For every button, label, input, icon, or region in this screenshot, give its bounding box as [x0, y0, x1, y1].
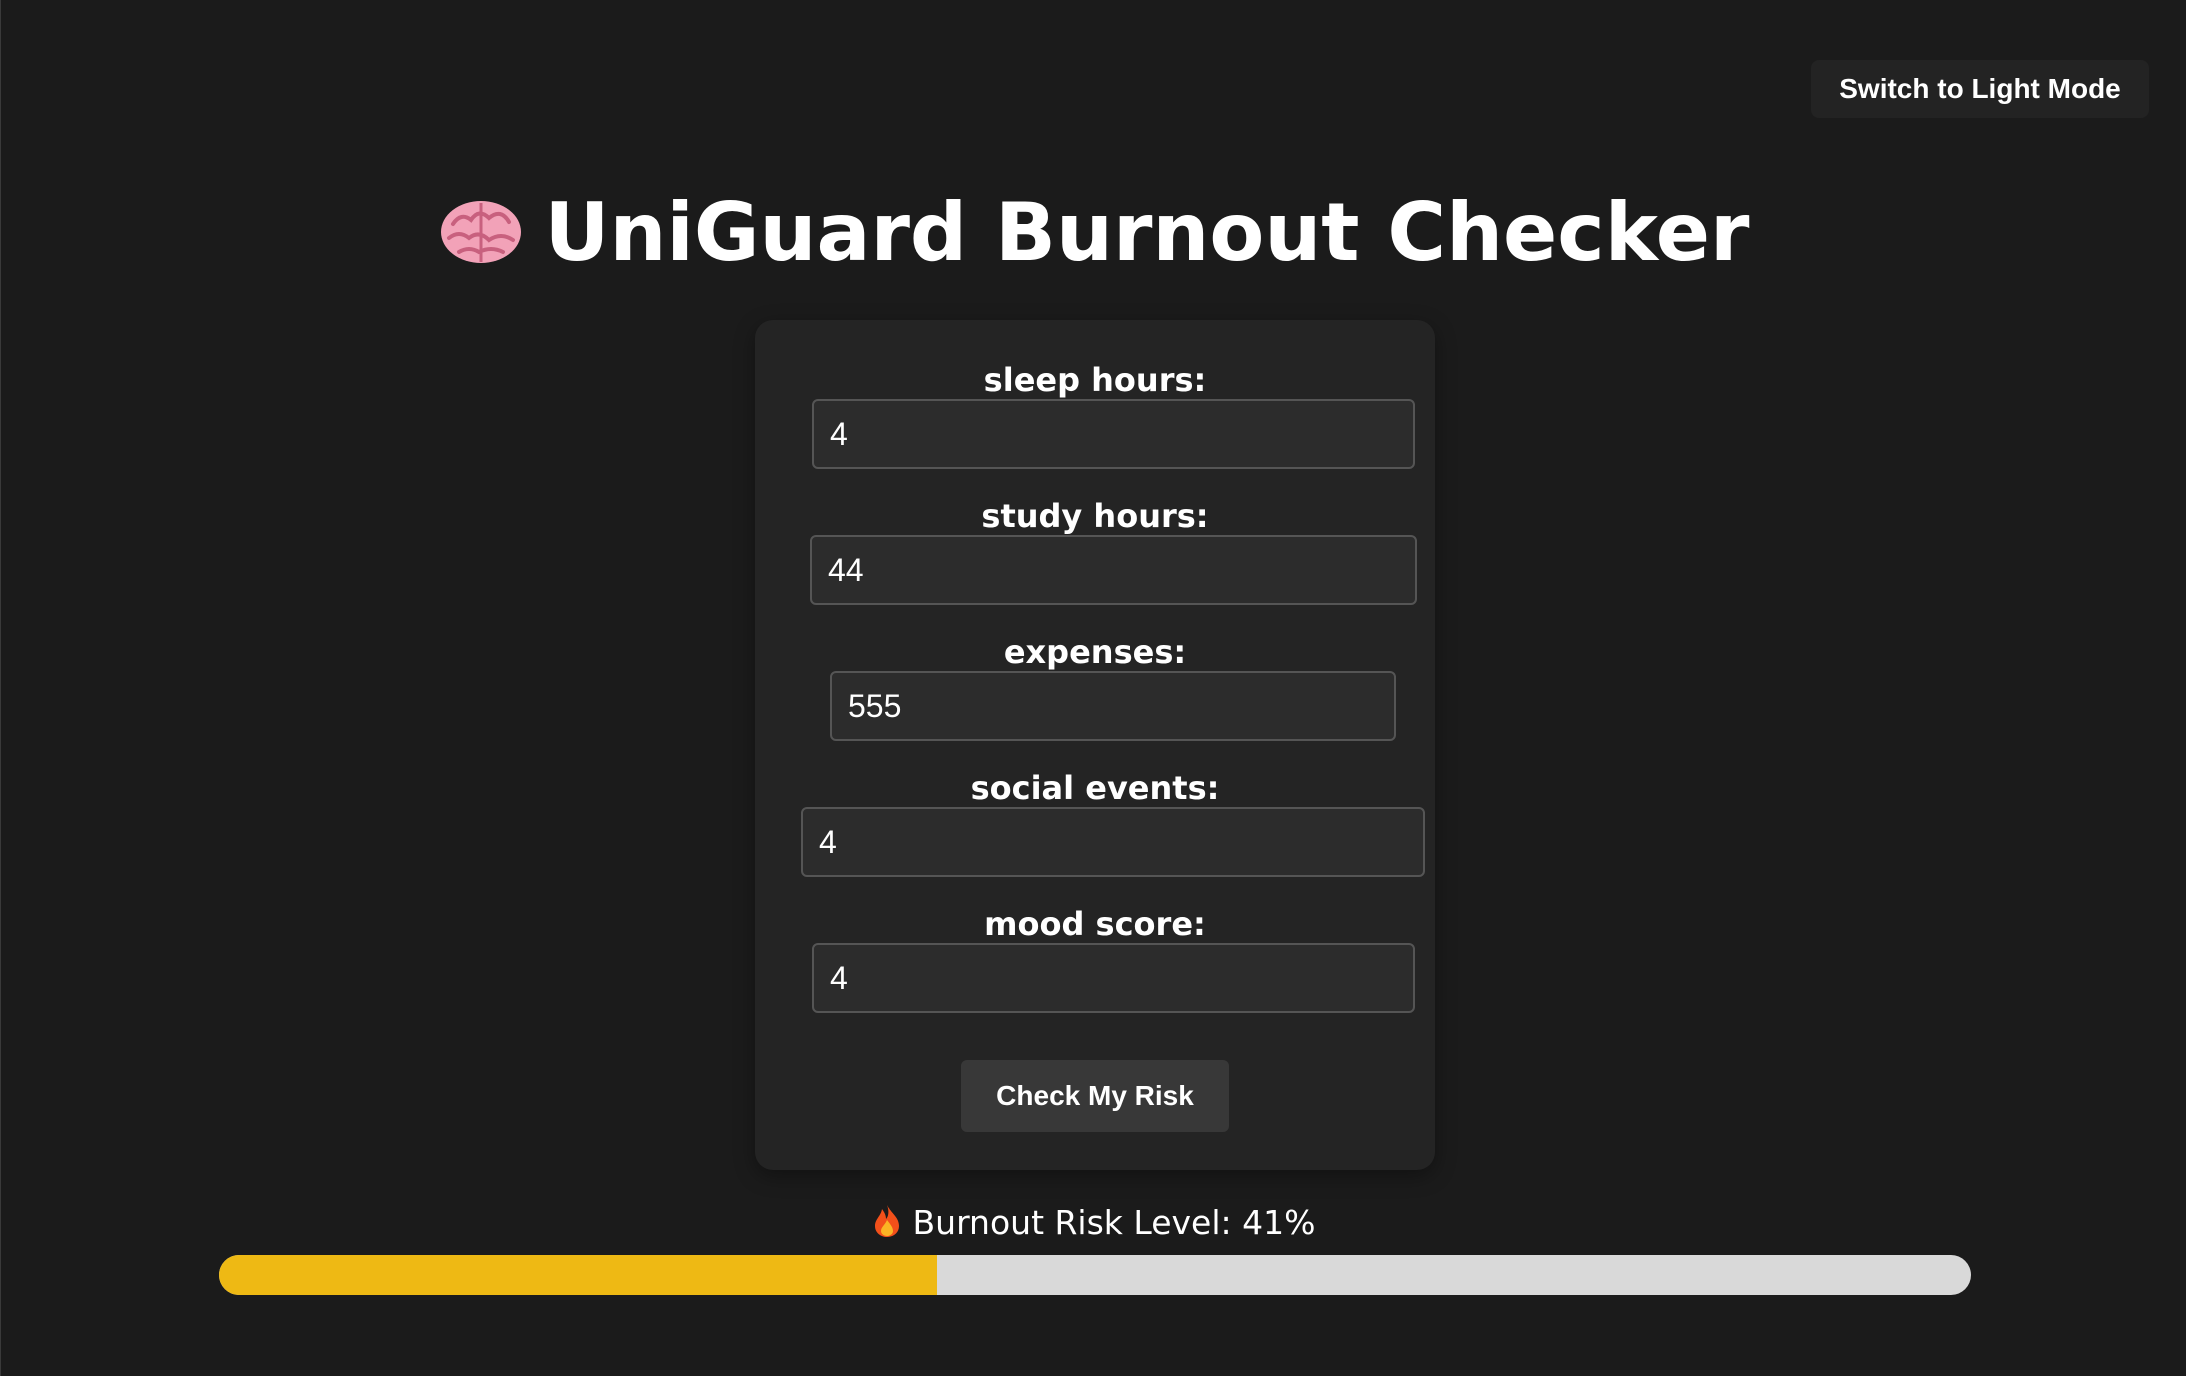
expenses-input[interactable]	[830, 671, 1396, 741]
expenses-label: expenses:	[1003, 633, 1187, 671]
sleep-hours-input[interactable]	[812, 399, 1415, 469]
social-events-label: social events:	[970, 769, 1220, 807]
theme-toggle-button[interactable]: Switch to Light Mode	[1811, 60, 2149, 118]
risk-level-text: Burnout Risk Level: 41%	[912, 1203, 1316, 1242]
mood-score-input[interactable]	[812, 943, 1415, 1013]
sleep-hours-label: sleep hours:	[983, 361, 1207, 399]
risk-progress-bar	[219, 1255, 1971, 1295]
fire-icon	[874, 1205, 899, 1237]
check-risk-button[interactable]: Check My Risk	[961, 1060, 1229, 1132]
social-events-input[interactable]	[801, 807, 1425, 877]
study-hours-input[interactable]	[810, 535, 1417, 605]
brain-icon	[440, 201, 521, 263]
study-hours-label: study hours:	[981, 497, 1209, 535]
risk-progress-fill	[219, 1255, 938, 1295]
page-title-text: UniGuard Burnout Checker	[544, 186, 1750, 279]
page-title: UniGuard Burnout Checker	[1, 188, 2186, 278]
risk-level-label: Burnout Risk Level: 41%	[1, 1200, 2186, 1246]
burnout-form-card: sleep hours: study hours: expenses: soci…	[755, 320, 1435, 1170]
mood-score-label: mood score:	[984, 905, 1206, 943]
